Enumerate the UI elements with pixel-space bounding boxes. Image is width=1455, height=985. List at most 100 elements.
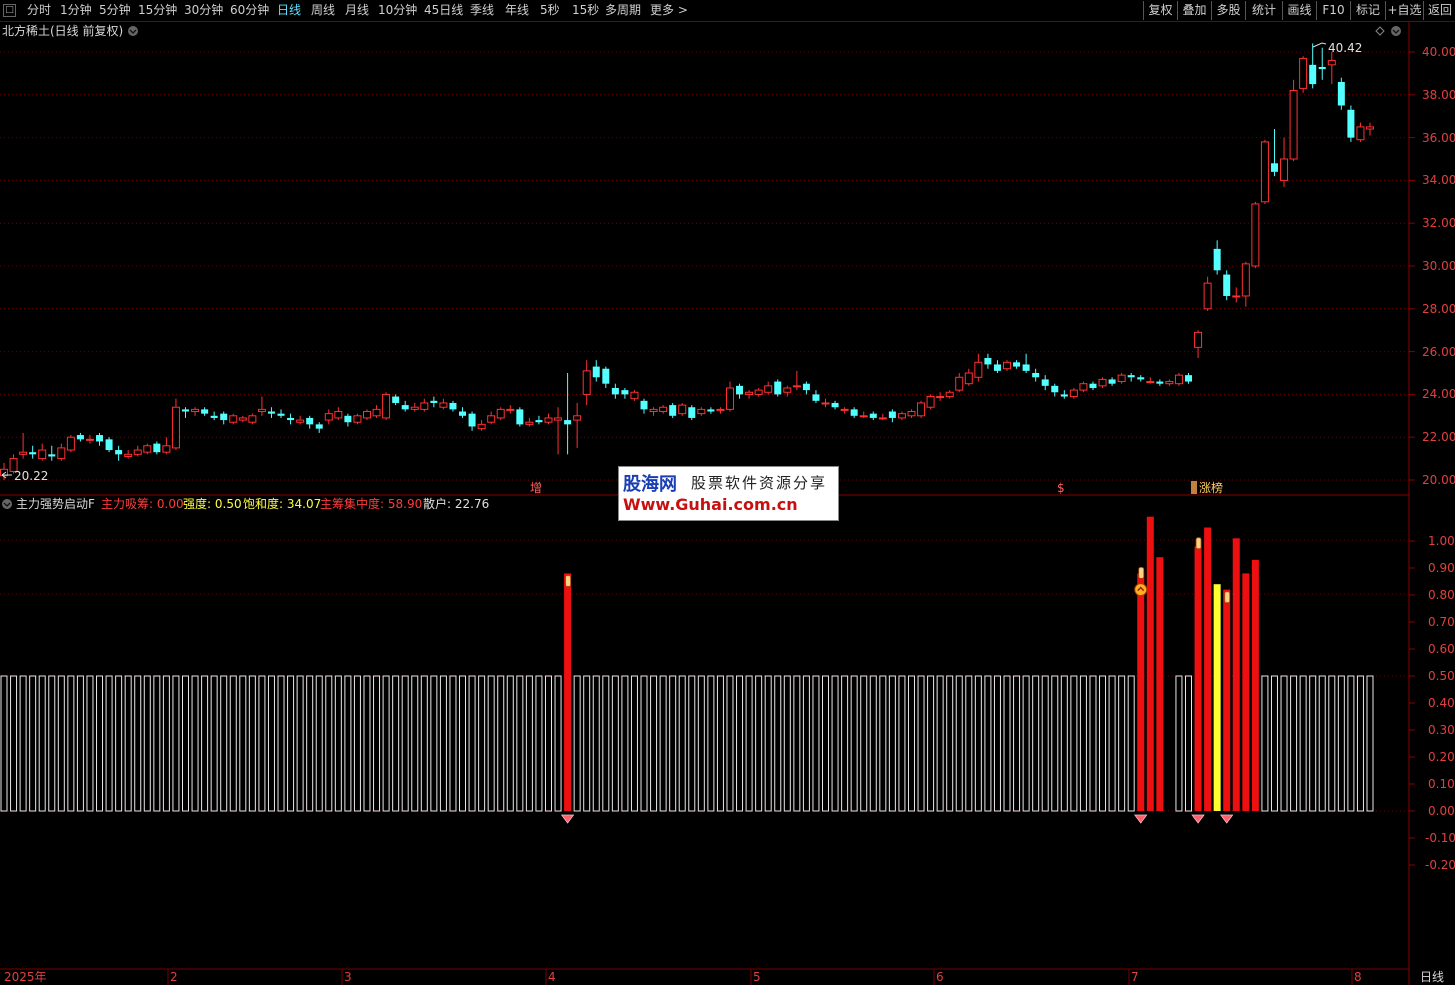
candle-body	[955, 376, 964, 391]
candle-body	[917, 402, 926, 417]
period-weekly[interactable]: 周线	[311, 2, 335, 19]
period-1min[interactable]: 1分钟	[60, 2, 92, 19]
candle	[917, 400, 926, 418]
baseline-bar	[67, 675, 75, 812]
candle-body	[1146, 381, 1155, 384]
candle	[277, 409, 285, 418]
candle	[564, 373, 572, 455]
candle	[1108, 377, 1116, 386]
hand-pointer-icon	[1224, 591, 1231, 604]
y-tick: 0.90	[1428, 561, 1455, 575]
back-button[interactable]: 返回	[1423, 1, 1455, 20]
candle-body	[516, 409, 524, 425]
statistics-button[interactable]: 统计	[1245, 1, 1282, 20]
candle	[725, 381, 734, 412]
period-fenshi[interactable]: 分时	[27, 2, 51, 19]
candle-body	[1003, 361, 1012, 370]
candle-body	[1223, 274, 1231, 296]
event-marker-dollar[interactable]: $	[1057, 481, 1065, 495]
f10-button[interactable]: F10	[1316, 1, 1350, 20]
period-multi[interactable]: 多周期	[605, 2, 641, 19]
candle-body	[764, 385, 773, 393]
indicator-dropdown-icon[interactable]	[2, 499, 12, 509]
baseline-bar	[783, 675, 791, 812]
period-daily[interactable]: 日线	[277, 2, 301, 19]
baseline-bar	[1099, 675, 1107, 812]
candle-body	[812, 394, 820, 401]
candle-body	[725, 387, 734, 410]
baseline-bar	[1299, 675, 1307, 812]
baseline-bar	[334, 675, 342, 812]
event-marker-zeng[interactable]: 增	[530, 481, 542, 495]
menu-icon[interactable]: □	[3, 4, 16, 17]
candle	[945, 390, 954, 399]
period-60min[interactable]: 60分钟	[230, 2, 269, 19]
candle-body	[439, 402, 448, 408]
candle	[171, 398, 180, 451]
indicator-item-value: 0.50	[215, 497, 242, 511]
baseline-bar	[1290, 675, 1298, 812]
y-tick: 0.30	[1428, 723, 1455, 737]
title-dropdown-icon[interactable]	[128, 26, 138, 36]
candle	[1347, 105, 1355, 142]
candle-body	[707, 409, 715, 412]
multi-stock-button[interactable]: 多股	[1211, 1, 1245, 20]
event-marker-zhangbang[interactable]: 涨榜	[1199, 480, 1223, 495]
period-5sec[interactable]: 5秒	[540, 2, 560, 19]
baseline-bar	[822, 675, 830, 812]
period-15sec[interactable]: 15秒	[572, 2, 599, 19]
baseline-bar	[974, 675, 982, 812]
mark-button[interactable]: 标记	[1350, 1, 1385, 20]
y-tick: 34.00	[1422, 173, 1455, 187]
period-15min[interactable]: 15分钟	[138, 2, 177, 19]
period-quarter[interactable]: 季线	[470, 2, 494, 19]
period-monthly[interactable]: 月线	[345, 2, 369, 19]
period-label[interactable]: 日线	[1420, 970, 1444, 984]
candle-body	[1270, 163, 1278, 172]
baseline-bar	[831, 675, 839, 812]
indicator-item-label: 散户	[423, 496, 447, 511]
baseline-bar	[478, 675, 486, 812]
candle-body	[1299, 57, 1308, 89]
baseline-bar	[1270, 675, 1278, 812]
candle	[181, 407, 189, 418]
period-10min[interactable]: 10分钟	[378, 2, 417, 19]
y-tick: -0.10	[1425, 831, 1455, 845]
candle	[736, 383, 744, 399]
period-30min[interactable]: 30分钟	[184, 2, 223, 19]
fuquan-button[interactable]: 复权	[1143, 1, 1177, 20]
draw-line-button[interactable]: 画线	[1282, 1, 1316, 20]
candle	[821, 398, 830, 408]
candle-body	[611, 387, 619, 395]
candle-body	[1137, 377, 1145, 380]
baseline-bar	[678, 675, 686, 812]
overlay-button[interactable]: 叠加	[1177, 1, 1211, 20]
indicator-item-value: 58.90	[388, 497, 422, 511]
baseline-bar	[459, 675, 467, 812]
period-45day[interactable]: 45日线	[424, 2, 463, 19]
add-watchlist-button[interactable]: +自选	[1385, 1, 1423, 20]
candle-body	[401, 405, 409, 410]
candle	[439, 398, 448, 410]
more-button[interactable]: 更多 >	[650, 2, 688, 19]
gem-icon	[1191, 814, 1205, 824]
period-5min[interactable]: 5分钟	[99, 2, 131, 19]
baseline-bar	[688, 675, 696, 812]
period-year[interactable]: 年线	[505, 2, 529, 19]
baseline-bar	[76, 675, 84, 812]
candle-body	[153, 443, 161, 453]
baseline-bar	[258, 675, 266, 812]
event-marker-margin[interactable]	[1191, 481, 1197, 494]
candle	[1185, 373, 1193, 384]
candle	[459, 407, 467, 418]
candle	[105, 437, 113, 453]
candle	[57, 443, 66, 461]
baseline-bar	[1337, 675, 1345, 812]
diamond-icon[interactable]	[1375, 26, 1385, 36]
collapse-icon[interactable]	[1391, 26, 1401, 36]
x-tick: 5	[753, 970, 761, 984]
candle	[1165, 379, 1174, 386]
baseline-bar	[535, 675, 543, 812]
candle	[0, 462, 8, 480]
candle	[1203, 276, 1212, 311]
